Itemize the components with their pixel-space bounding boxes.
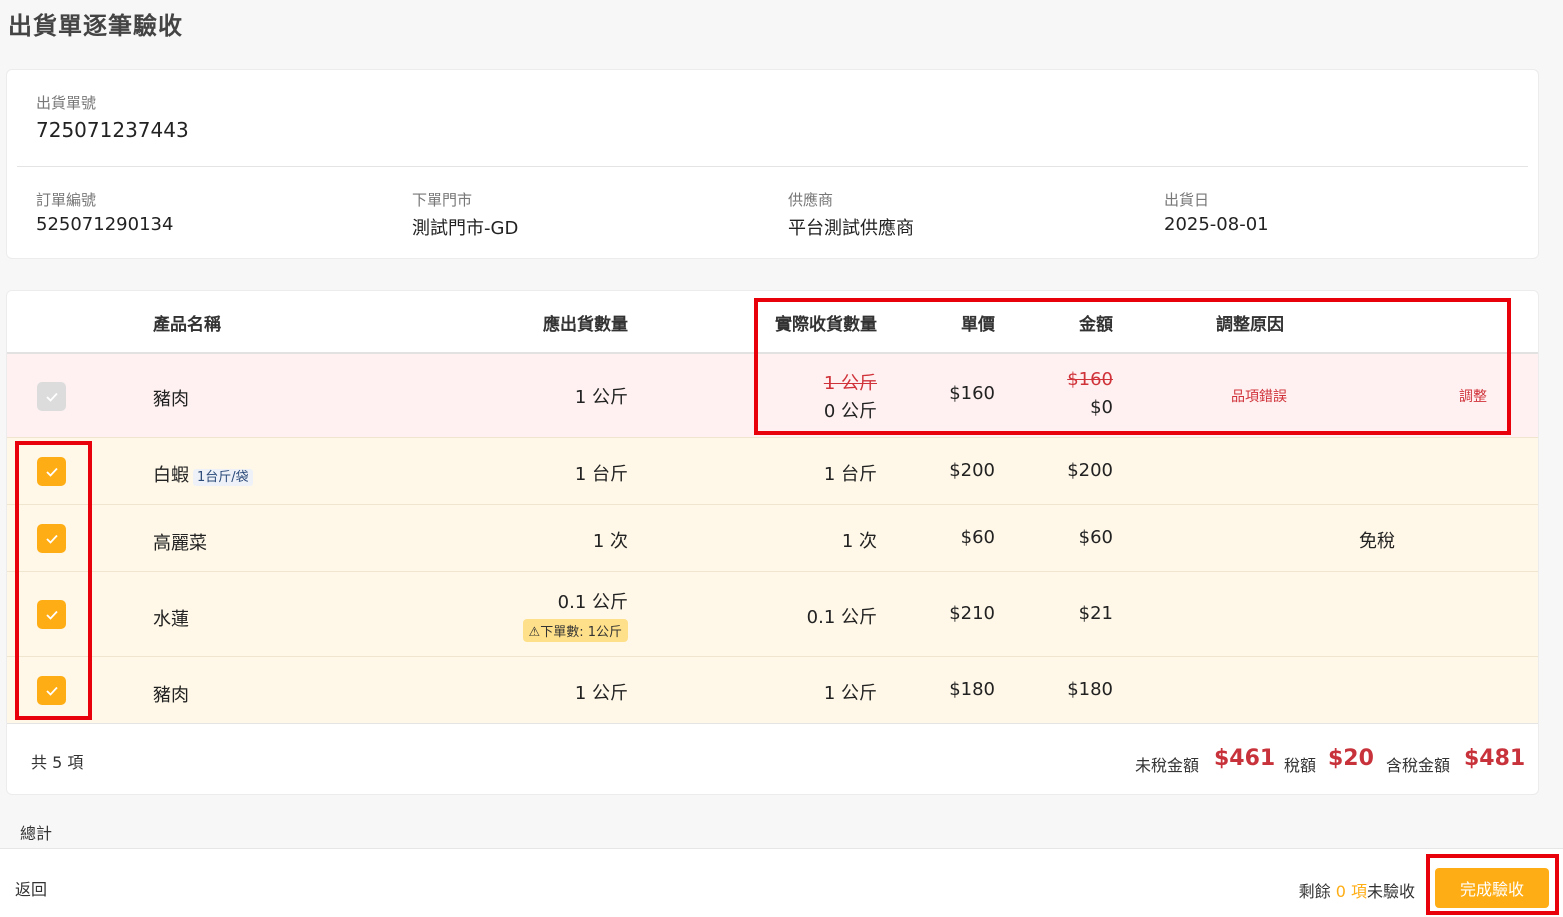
- tax-value: $20: [1328, 746, 1374, 771]
- check-icon: [45, 686, 58, 696]
- store-label: 下單門市: [412, 191, 473, 209]
- total-section-label: 總計: [20, 824, 53, 843]
- row-checkbox[interactable]: [37, 382, 66, 411]
- adjust-reason: 品項錯誤: [1231, 389, 1287, 405]
- row-checkbox[interactable]: [37, 524, 66, 553]
- header-amount: 金額: [1079, 315, 1113, 335]
- expected-qty: 1 台斤: [574, 464, 628, 485]
- info-divider: [17, 166, 1528, 167]
- store-value: 測試門市-GD: [412, 218, 519, 239]
- supplier-value: 平台測試供應商: [788, 218, 914, 239]
- actual-qty: 1 台斤: [823, 464, 877, 485]
- actual-qty: 1 次: [841, 531, 877, 552]
- supplier-label: 供應商: [788, 191, 834, 209]
- amount: $200: [1067, 460, 1113, 481]
- remaining-prefix: 剩餘: [1298, 882, 1336, 901]
- check-icon: [45, 467, 58, 477]
- page-title: 出貨單逐筆驗收: [8, 12, 183, 40]
- check-icon: [45, 392, 58, 402]
- items-table: 產品名稱 應出貨數量 實際收貨數量 單價 金額 調整原因 豬肉 1 公斤 1 公…: [6, 290, 1539, 795]
- amount-original: $160: [1067, 369, 1113, 390]
- product-name: 白蝦: [153, 465, 189, 486]
- unit-price: $60: [960, 527, 995, 548]
- bottom-action-bar: 返回 剩餘 0 項未驗收 完成驗收: [0, 848, 1563, 917]
- unit-tag: 1台斤/袋: [193, 469, 253, 486]
- table-row: 白蝦 1台斤/袋 1 台斤 1 台斤 $200 $200: [7, 438, 1538, 505]
- remaining-count: 0 項: [1335, 882, 1367, 901]
- check-icon: [45, 534, 58, 544]
- table-header: 產品名稱 應出貨數量 實際收貨數量 單價 金額 調整原因: [7, 291, 1538, 354]
- amount: $60: [1078, 527, 1113, 548]
- total-value: $481: [1464, 746, 1526, 771]
- row-checkbox[interactable]: [37, 600, 66, 629]
- shipment-no-value: 725071237443: [36, 118, 189, 142]
- row-checkbox[interactable]: [37, 457, 66, 486]
- order-no-value: 525071290134: [36, 214, 174, 235]
- actual-qty: 1 公斤: [823, 683, 877, 704]
- product-name: 水蓮: [153, 609, 189, 630]
- tax-label: 稅額: [1284, 756, 1317, 775]
- shipment-no-label: 出貨單號: [36, 94, 97, 112]
- expected-qty: 1 公斤: [574, 387, 628, 408]
- order-qty-warning: ⚠下單數: 1公斤: [522, 619, 628, 642]
- tax-exempt-note: 免稅: [1359, 531, 1395, 552]
- total-label: 含稅金額: [1386, 756, 1451, 775]
- table-row: 水蓮 0.1 公斤 ⚠下單數: 1公斤 0.1 公斤 $210 $21: [7, 572, 1538, 657]
- header-expected-qty: 應出貨數量: [543, 315, 628, 335]
- remaining-suffix: 未驗收: [1366, 882, 1415, 901]
- actual-qty: 0 公斤: [823, 401, 877, 422]
- item-count: 共 5 項: [31, 753, 84, 772]
- table-row: 豬肉 1 公斤 1 公斤 0 公斤 $160 $160 $0 品項錯誤 調整: [7, 354, 1538, 438]
- amount: $180: [1067, 679, 1113, 700]
- expected-qty: 0.1 公斤: [557, 592, 628, 613]
- row-checkbox[interactable]: [37, 676, 66, 705]
- table-footer-divider: [7, 723, 1538, 724]
- expected-qty: 1 公斤: [574, 683, 628, 704]
- unit-price: $180: [949, 679, 995, 700]
- order-no-label: 訂單編號: [36, 191, 97, 209]
- product-name: 高麗菜: [153, 533, 207, 554]
- expected-qty: 1 次: [592, 531, 628, 552]
- product-name: 豬肉: [153, 685, 189, 706]
- complete-inspection-button[interactable]: 完成驗收: [1435, 868, 1549, 908]
- product-name-cell: 白蝦 1台斤/袋: [153, 461, 253, 487]
- ship-date-value: 2025-08-01: [1164, 214, 1269, 235]
- ship-date-label: 出貨日: [1164, 191, 1210, 209]
- pretax-value: $461: [1214, 746, 1276, 771]
- unit-price: $200: [949, 460, 995, 481]
- unit-price: $160: [949, 383, 995, 404]
- table-row: 高麗菜 1 次 1 次 $60 $60 免稅: [7, 505, 1538, 572]
- header-actual-qty: 實際收貨數量: [775, 315, 877, 335]
- actual-qty: 0.1 公斤: [806, 607, 877, 628]
- amount: $21: [1078, 603, 1113, 624]
- check-icon: [45, 610, 58, 620]
- header-product-name: 產品名稱: [153, 315, 221, 335]
- amount: $0: [1090, 397, 1113, 418]
- table-row: 豬肉 1 公斤 1 公斤 $180 $180: [7, 657, 1538, 723]
- product-name: 豬肉: [153, 389, 189, 410]
- actual-qty-original: 1 公斤: [823, 373, 877, 394]
- shipment-info-card: 出貨單號 725071237443 訂單編號 525071290134 下單門市…: [6, 69, 1539, 259]
- remaining-status: 剩餘 0 項未驗收: [1299, 878, 1415, 902]
- back-button[interactable]: 返回: [15, 876, 47, 900]
- header-unit-price: 單價: [961, 315, 995, 335]
- unit-price: $210: [949, 603, 995, 624]
- pretax-label: 未稅金額: [1135, 756, 1200, 775]
- header-adjust-reason: 調整原因: [1216, 315, 1284, 335]
- adjust-link[interactable]: 調整: [1459, 386, 1487, 406]
